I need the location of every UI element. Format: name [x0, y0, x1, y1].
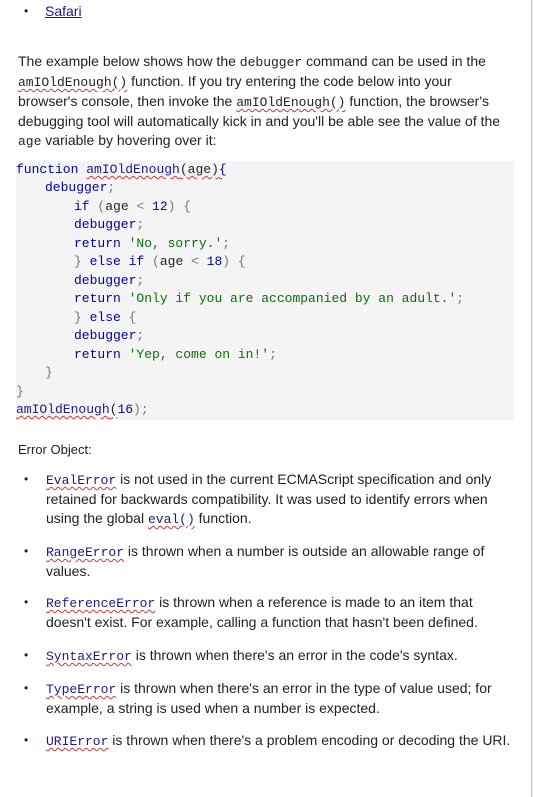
code-line: debugger; — [45, 180, 116, 195]
browser-list: • Safari — [18, 2, 82, 21]
code-line: if (age < 12) { — [74, 199, 192, 214]
code-line: } — [45, 365, 53, 380]
code-line: debugger; — [74, 273, 145, 288]
code-line: debugger; — [74, 217, 145, 232]
code-line: return 'Yep, come on in!'; — [74, 347, 277, 362]
list-item: • TypeError is thrown when there's an er… — [24, 680, 492, 716]
code-block: function amIOldEnough(age){ debugger; if… — [16, 161, 514, 420]
list-item: • SyntaxError is thrown when there's an … — [24, 647, 458, 664]
error-object-heading: Error Object: — [18, 442, 92, 457]
list-item: • Safari — [18, 2, 82, 21]
bullet-icon: • — [24, 544, 29, 558]
bullet-icon: • — [24, 472, 29, 486]
list-item: • RangeError is thrown when a number is … — [24, 543, 485, 579]
inline-code-debugger: debugger — [239, 55, 303, 70]
code-line: return 'Only if you are accompanied by a… — [74, 291, 465, 306]
list-item: • URIError is thrown when there's a prob… — [24, 732, 511, 749]
bullet-icon: • — [24, 595, 29, 609]
inline-code-age: age — [18, 134, 42, 149]
code-line: amIOldEnough(16); — [16, 402, 149, 417]
code-line: return 'No, sorry.'; — [74, 236, 231, 251]
bullet-icon: • — [24, 681, 29, 695]
code-line: function amIOldEnough(age){ — [16, 162, 227, 177]
code-line: } else if (age < 18) { — [74, 254, 246, 269]
bullet-icon: • — [24, 733, 29, 747]
inline-code-function: amIOldEnough() — [18, 75, 128, 90]
intro-paragraph: The example below shows how the debugger… — [18, 53, 501, 149]
inline-code-function: amIOldEnough() — [236, 95, 346, 110]
bullet-icon: • — [24, 4, 29, 18]
list-item: • EvalError is not used in the current E… — [24, 471, 492, 527]
bullet-icon: • — [24, 648, 29, 662]
code-line: } else { — [74, 310, 137, 325]
safari-link[interactable]: Safari — [45, 3, 82, 19]
code-line: debugger; — [74, 328, 145, 343]
code-line: } — [16, 384, 24, 399]
list-item: • ReferenceError is thrown when a refere… — [24, 594, 478, 630]
